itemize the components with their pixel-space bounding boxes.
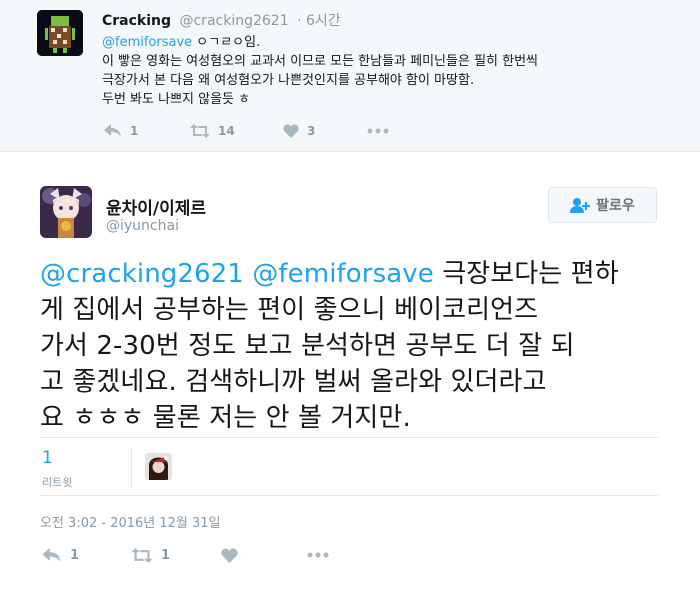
- more-icon: [307, 552, 329, 558]
- retweeter-avatar[interactable]: [145, 453, 172, 480]
- retweet-icon: [190, 124, 210, 138]
- parent-timestamp[interactable]: 6시간: [297, 13, 341, 29]
- parent-tweet[interactable]: Cracking @cracking2621 6시간 @femiforsave …: [0, 0, 700, 152]
- author-handle[interactable]: @iyunchai: [106, 218, 179, 234]
- retweet-icon: [131, 547, 153, 563]
- tweet-action-bar: 1 1: [40, 545, 360, 567]
- follow-button[interactable]: 팔로우: [548, 187, 657, 223]
- more-icon: [367, 128, 389, 134]
- tweet-text: @cracking2621 @femiforsave 극장보다는 편하 게 집에…: [40, 259, 619, 433]
- tweet-stats: 1 리트윗: [40, 437, 658, 496]
- parent-author-name[interactable]: Cracking: [102, 13, 171, 29]
- parent-action-bar: 1 14 3: [102, 121, 422, 141]
- heart-icon: [283, 124, 299, 138]
- retweet-button[interactable]: 1: [131, 545, 170, 565]
- reply-icon: [42, 547, 61, 562]
- tweet-date[interactable]: 오전 3:02 - 2016년 12월 31일: [40, 512, 221, 531]
- mention-link[interactable]: @cracking2621: [40, 259, 244, 289]
- reply-button[interactable]: 1: [104, 121, 138, 141]
- retweet-button[interactable]: 14: [190, 121, 235, 141]
- retweet-count[interactable]: 1: [42, 448, 53, 468]
- heart-icon: [221, 547, 238, 563]
- mention-link[interactable]: @femiforsave: [252, 259, 434, 289]
- like-button[interactable]: [221, 545, 238, 565]
- reply-icon: [104, 124, 121, 137]
- add-user-icon: [570, 198, 591, 213]
- more-button[interactable]: [307, 545, 329, 565]
- mention-link[interactable]: @femiforsave: [102, 35, 192, 50]
- stats-divider: [131, 448, 132, 488]
- parent-tweet-text: @femiforsave ㅇㄱㄹㅇ임. 이 빻은 영화는 여성혐오의 교과서 이…: [102, 35, 539, 107]
- parent-avatar[interactable]: [37, 10, 83, 56]
- reply-button[interactable]: 1: [42, 545, 79, 565]
- author-avatar[interactable]: [40, 186, 92, 238]
- author-name[interactable]: 윤차이/이제르: [106, 194, 206, 219]
- like-button[interactable]: 3: [283, 121, 315, 141]
- more-button[interactable]: [367, 121, 389, 141]
- retweet-label[interactable]: 리트윗: [42, 474, 72, 490]
- parent-author-handle[interactable]: @cracking2621: [179, 13, 288, 29]
